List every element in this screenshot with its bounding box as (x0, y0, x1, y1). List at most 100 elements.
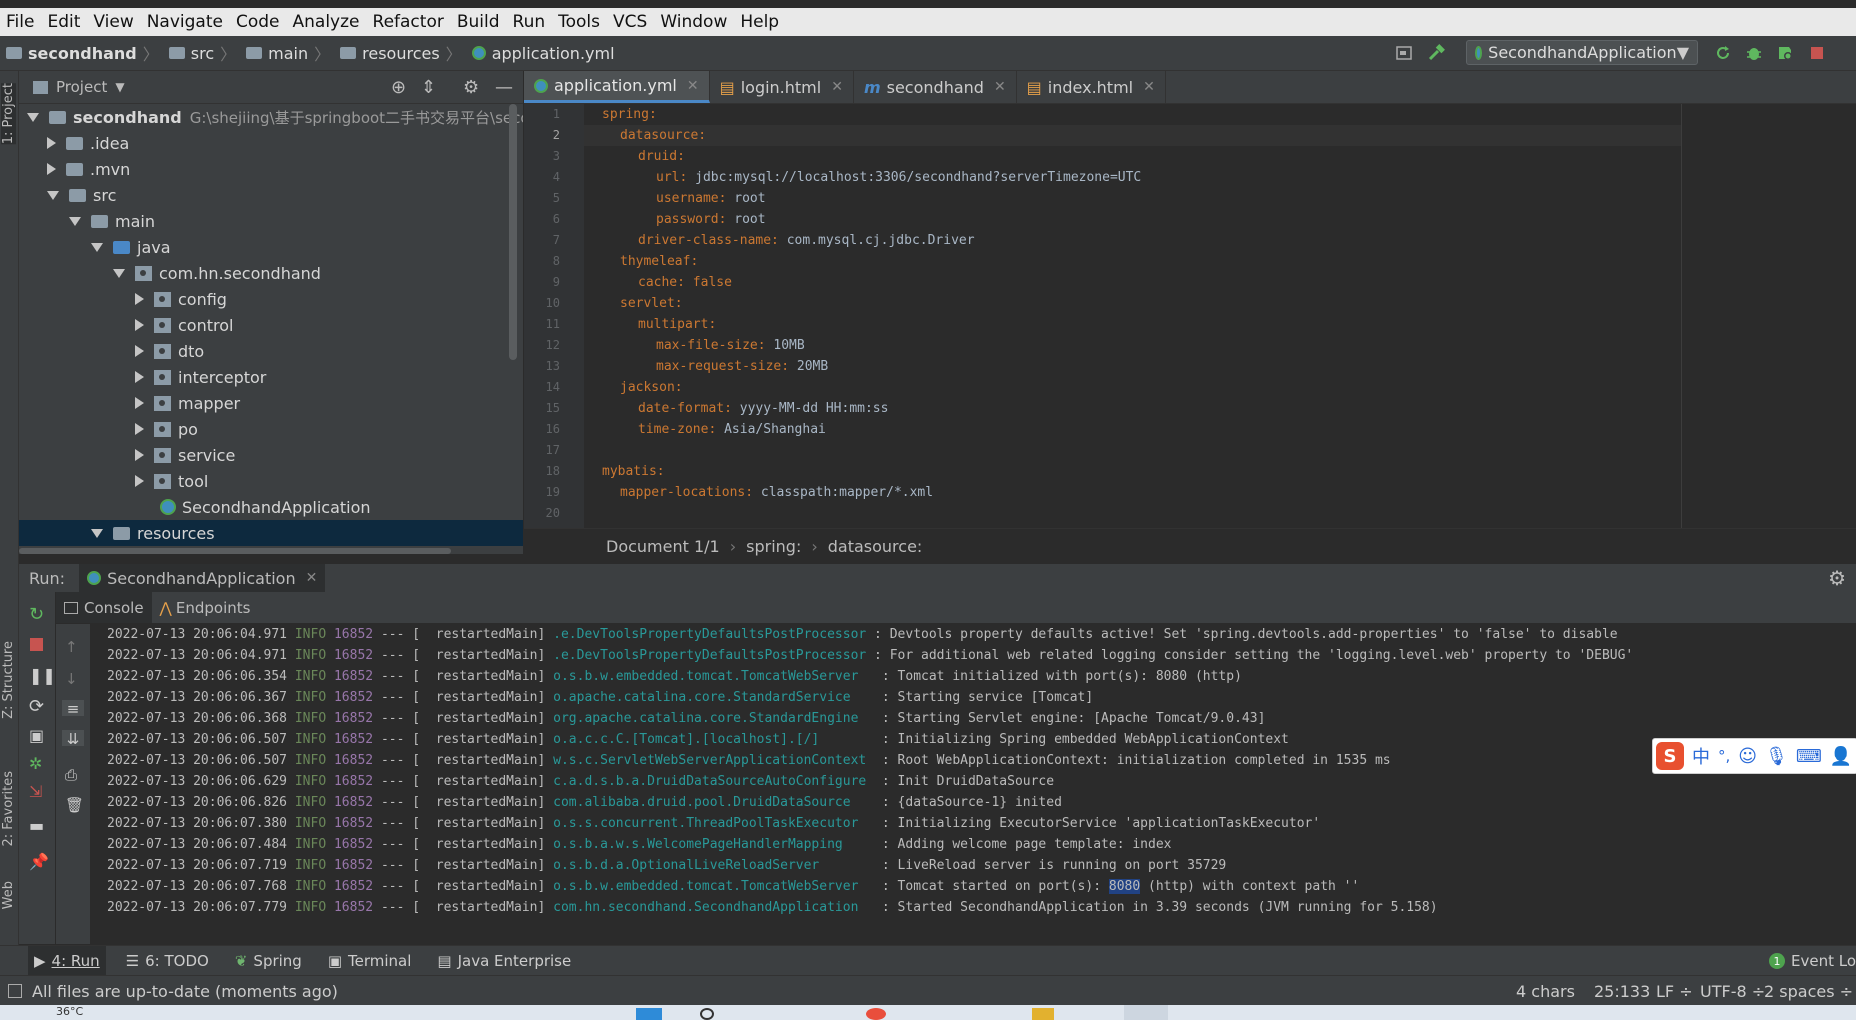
up-arrow-icon[interactable]: ↑ (65, 638, 81, 656)
document-crumb[interactable]: Document 1/1 (606, 537, 720, 556)
tree-item-resources[interactable]: resources (19, 520, 523, 546)
locate-icon[interactable]: ⊕ (391, 77, 406, 98)
stop-icon[interactable] (1808, 44, 1826, 62)
layout-icon[interactable]: ▬ (29, 816, 45, 835)
menu-build[interactable]: Build (451, 12, 507, 32)
scroll-to-end-icon[interactable]: ⇊ (62, 730, 84, 748)
camera-icon[interactable]: ▣ (29, 726, 45, 745)
ime-punctuation-toggle[interactable]: °, (1718, 747, 1730, 765)
tool-tab-java-enterprise[interactable]: ▤ Java Enterprise (431, 946, 577, 976)
trash-icon[interactable]: 🗑 (65, 796, 84, 814)
project-tool-tab[interactable]: 1: Project (1, 83, 16, 145)
hide-icon[interactable]: — (495, 77, 513, 98)
tool-tab-todo[interactable]: ☰ 6: TODO (120, 946, 215, 976)
tree-item-java[interactable]: java (91, 234, 171, 260)
tool-tab-terminal[interactable]: ▣ Terminal (322, 946, 418, 976)
breadcrumb-src[interactable]: src (168, 44, 214, 63)
code-editor[interactable]: spring: datasource: druid: url: jdbc:mys… (584, 104, 1856, 528)
collapse-all-icon[interactable]: ⇕ (421, 77, 436, 98)
menu-navigate[interactable]: Navigate (141, 12, 230, 32)
favorites-tool-tab[interactable]: 2: Favorites (1, 771, 16, 847)
breadcrumb-file[interactable]: application.yml (471, 44, 615, 63)
menu-run[interactable]: Run (507, 12, 553, 32)
tree-item-idea[interactable]: .idea (47, 130, 129, 156)
status-toggle-icon[interactable] (8, 984, 22, 998)
pin-icon[interactable]: 📌 (29, 852, 49, 871)
sogou-logo-icon[interactable]: S (1656, 742, 1684, 770)
rerun-icon[interactable]: ↻ (29, 604, 45, 625)
structure-tool-tab[interactable]: Z: Structure (1, 641, 16, 719)
rerun-icon[interactable] (1714, 44, 1732, 62)
tree-item-mapper[interactable]: mapper (135, 390, 240, 416)
project-view-select[interactable]: Project (56, 78, 107, 96)
print-icon[interactable]: ⎙ (65, 766, 81, 784)
event-log-tab[interactable]: 1 Event Lo (1768, 952, 1856, 970)
run-window-icon[interactable] (1395, 44, 1413, 62)
close-icon[interactable]: ✕ (306, 570, 318, 586)
tree-item-main[interactable]: main (69, 208, 155, 234)
run-tab-app[interactable]: SecondhandApplication ✕ (79, 564, 326, 592)
tree-item-tool[interactable]: tool (135, 468, 208, 494)
yaml-key-crumb[interactable]: datasource: (828, 537, 923, 556)
tree-horizontal-scrollbar[interactable] (19, 548, 451, 554)
tab-endpoints[interactable]: ⋀ Endpoints (152, 592, 259, 623)
close-icon[interactable]: ✕ (831, 79, 843, 95)
tree-item-package[interactable]: com.hn.secondhand (113, 260, 321, 286)
line-separator-select[interactable]: LF ÷ (1656, 982, 1693, 1001)
tab-secondhand[interactable]: m secondhand ✕ (854, 71, 1017, 103)
menu-window[interactable]: Window (654, 12, 734, 32)
web-tool-tab[interactable]: Web (1, 881, 16, 909)
soft-wrap-icon[interactable]: ≡ (62, 700, 84, 718)
exit-icon[interactable]: ⇲ (29, 782, 45, 801)
breadcrumb-main[interactable]: main (246, 44, 308, 63)
tab-login-html[interactable]: ▤ login.html ✕ (710, 71, 854, 103)
stop-icon[interactable] (30, 638, 43, 651)
tree-item-config[interactable]: config (135, 286, 227, 312)
user-icon[interactable]: 👤 (1830, 746, 1852, 767)
breadcrumb-resources[interactable]: resources (340, 44, 440, 63)
gear-icon[interactable]: ⚙ (463, 77, 479, 98)
tree-item-application-class[interactable]: SecondhandApplication (160, 494, 371, 520)
intellij-taskbar-icon[interactable] (1124, 1005, 1168, 1020)
menu-help[interactable]: Help (734, 12, 786, 32)
close-icon[interactable]: ✕ (1143, 79, 1155, 95)
run-configuration-select[interactable]: SecondhandApplication ▼ (1466, 40, 1698, 65)
tab-application-yml[interactable]: application.yml ✕ (524, 71, 710, 103)
menu-vcs[interactable]: VCS (607, 12, 654, 32)
tree-item-src[interactable]: src (47, 182, 116, 208)
chevron-down-icon[interactable]: ▼ (115, 80, 124, 94)
pause-icon[interactable]: ❚❚ (29, 666, 56, 685)
yaml-key-crumb[interactable]: spring: (746, 537, 801, 556)
tree-item-mvn[interactable]: .mvn (47, 156, 130, 182)
close-icon[interactable]: ✕ (994, 79, 1006, 95)
tab-console[interactable]: Console (56, 592, 152, 623)
menu-analyze[interactable]: Analyze (287, 12, 367, 32)
search-icon[interactable] (700, 1008, 714, 1020)
menu-refactor[interactable]: Refactor (367, 12, 451, 32)
file-explorer-icon[interactable] (1032, 1008, 1054, 1020)
chrome-icon[interactable] (866, 1008, 886, 1020)
caret-position[interactable]: 25:133 (1594, 982, 1650, 1001)
gear-icon[interactable]: ⚙ (1828, 566, 1846, 590)
menu-file[interactable]: File (0, 12, 41, 32)
build-hammer-icon[interactable] (1427, 44, 1445, 62)
tree-item-po[interactable]: po (135, 416, 198, 442)
breadcrumb-project[interactable]: secondhand (6, 44, 137, 63)
tool-tab-run[interactable]: ▶ 4: Run (28, 946, 106, 976)
encoding-select[interactable]: UTF-8 ÷ (1700, 982, 1765, 1001)
microphone-icon[interactable]: 🎙 (1765, 746, 1788, 767)
debug-icon[interactable]: ✲ (29, 754, 45, 773)
tree-item-dto[interactable]: dto (135, 338, 204, 364)
menu-code[interactable]: Code (230, 12, 287, 32)
tree-item-interceptor[interactable]: interceptor (135, 364, 266, 390)
tree-root[interactable]: secondhand G:\shejiing\基于springboot二手书交易平… (27, 104, 523, 130)
indent-select[interactable]: 2 spaces ÷ (1764, 982, 1853, 1001)
menu-tools[interactable]: Tools (552, 12, 607, 32)
emoji-icon[interactable]: ☺ (1738, 746, 1757, 767)
tab-index-html[interactable]: ▤ index.html ✕ (1017, 71, 1166, 103)
restart-icon[interactable]: ⟳ (29, 696, 45, 717)
console-output[interactable]: 2022-07-13 20:06:04.971 INFO 16852 --- [… (91, 624, 1856, 944)
tree-scrollbar[interactable] (509, 104, 517, 360)
ime-chinese-toggle[interactable]: 中 (1692, 743, 1710, 769)
keyboard-icon[interactable]: ⌨ (1796, 746, 1822, 767)
